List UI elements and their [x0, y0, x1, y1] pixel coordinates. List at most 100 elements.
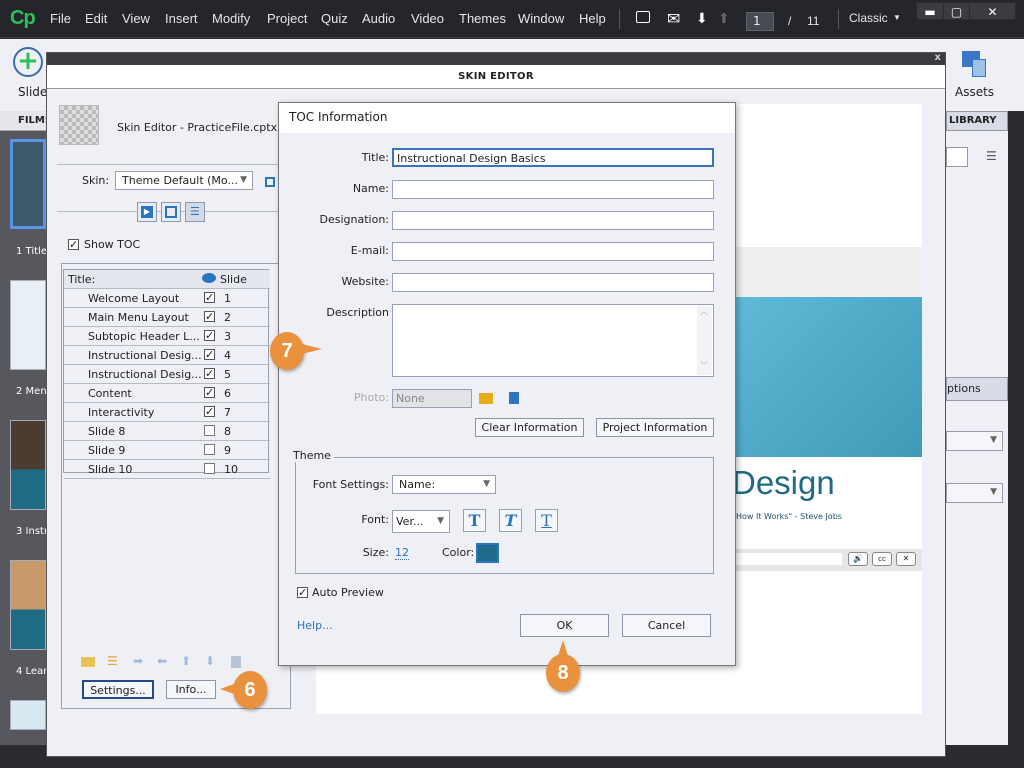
menu-project[interactable]: Project [267, 11, 307, 26]
options-tab[interactable]: ptions [946, 377, 1008, 401]
add-slide-icon[interactable]: + [13, 47, 43, 77]
menu-view[interactable]: View [122, 11, 150, 26]
toc-row-visible-checkbox[interactable]: ✓ [204, 387, 215, 398]
trash-icon[interactable] [231, 656, 241, 668]
toc-row[interactable]: Slide 8 8 [64, 422, 270, 441]
scroll-down-icon[interactable]: ﹀ [700, 360, 708, 371]
panel-dropdown-1[interactable]: ▼ [946, 431, 1003, 451]
scroll-up-icon[interactable]: ︿ [700, 306, 708, 317]
size-value[interactable]: 12 [395, 546, 409, 560]
auto-preview-checkbox[interactable]: ✓ [297, 587, 308, 598]
arrow-down-icon[interactable]: ⬇ [696, 11, 708, 27]
title-input[interactable]: Instructional Design Basics [392, 148, 714, 167]
toc-row-visible-checkbox[interactable]: ✓ [204, 406, 215, 417]
menu-file[interactable]: File [50, 11, 71, 26]
arrow-up-icon[interactable]: ⬆ [718, 11, 730, 27]
folder-icon[interactable] [479, 393, 493, 404]
mail-icon[interactable]: ✉ [667, 9, 680, 28]
color-swatch[interactable] [476, 543, 499, 563]
toc-row[interactable]: Main Menu Layout ✓ 2 [64, 308, 270, 327]
list-menu-icon[interactable]: ☰ [986, 149, 997, 163]
close-button[interactable]: ✕ [969, 2, 1016, 20]
font-settings-select[interactable]: Name: ▼ [392, 475, 496, 494]
menu-video[interactable]: Video [411, 11, 444, 26]
move-right-icon[interactable]: ➡ [133, 654, 143, 668]
description-scrollbar[interactable]: ︿ ﹀ [697, 306, 712, 375]
toc-row[interactable]: Welcome Layout ✓ 1 [64, 289, 270, 308]
workspace-dropdown[interactable]: Classic [849, 11, 888, 25]
toc-row-visible-checkbox[interactable] [204, 425, 215, 436]
toc-row-visible-checkbox[interactable] [204, 444, 215, 455]
chevron-down-icon[interactable]: ▼ [893, 13, 901, 22]
toc-row[interactable]: Slide 10 10 [64, 460, 270, 479]
show-toc-checkbox[interactable]: ✓ [68, 239, 79, 250]
toc-row-visible-checkbox[interactable]: ✓ [204, 368, 215, 379]
page-number-input[interactable]: 1 [746, 12, 774, 31]
menu-audio[interactable]: Audio [362, 11, 395, 26]
toc-row-visible-checkbox[interactable] [204, 463, 215, 474]
website-input[interactable] [392, 273, 714, 292]
clear-information-button[interactable]: Clear Information [475, 418, 584, 437]
trash-icon[interactable] [509, 392, 519, 404]
font-select[interactable]: Ver... ▼ [392, 510, 450, 533]
skin-editor-close-button[interactable]: x [935, 52, 941, 63]
toc-row[interactable]: Content ✓ 6 [64, 384, 270, 403]
slide-thumb-1[interactable] [10, 139, 46, 229]
toc-row[interactable]: Slide 9 9 [64, 441, 270, 460]
playback-mode-button[interactable]: ▶ [137, 202, 157, 222]
toc-row-visible-checkbox[interactable]: ✓ [204, 292, 215, 303]
menu-insert[interactable]: Insert [165, 11, 198, 26]
toc-row-visible-checkbox[interactable]: ✓ [204, 330, 215, 341]
move-left-icon[interactable]: ⬅ [157, 654, 167, 668]
panel-dropdown-2[interactable]: ▼ [946, 483, 1003, 503]
toc-row[interactable]: Interactivity ✓ 7 [64, 403, 270, 422]
slide-thumb-4[interactable] [10, 560, 46, 650]
toc-row[interactable]: Subtopic Header L... ✓ 3 [64, 327, 270, 346]
borders-mode-button[interactable] [161, 202, 181, 222]
maximize-button[interactable]: ▢ [943, 2, 970, 20]
slide-thumb-2[interactable] [10, 280, 46, 370]
exit-icon[interactable]: ✕ [896, 552, 916, 566]
info-button[interactable]: Info... [166, 680, 216, 699]
save-skin-icon[interactable] [265, 177, 275, 187]
cancel-button[interactable]: Cancel [622, 614, 711, 637]
skin-select[interactable]: Theme Default (Mo... ▼ [115, 171, 253, 190]
menu-window[interactable]: Window [518, 11, 564, 26]
description-textarea[interactable] [392, 304, 714, 377]
toc-mode-button[interactable]: ☰ [185, 202, 205, 222]
library-tab[interactable]: LIBRARY [946, 111, 1008, 131]
filmstrip-tab[interactable]: FILMS [0, 111, 52, 131]
ok-button[interactable]: OK [520, 614, 609, 637]
toc-row[interactable]: Instructional Desig... ✓ 4 [64, 346, 270, 365]
underline-button[interactable]: T [535, 509, 558, 532]
email-input[interactable] [392, 242, 714, 261]
project-information-button[interactable]: Project Information [596, 418, 714, 437]
move-up-icon[interactable]: ⬆ [181, 654, 191, 668]
new-folder-icon[interactable] [81, 657, 95, 667]
slide-thumb-3[interactable] [10, 420, 46, 510]
audio-icon[interactable]: 🔊 [848, 552, 868, 566]
name-input[interactable] [392, 180, 714, 199]
toc-row[interactable]: Instructional Desig... ✓ 5 [64, 365, 270, 384]
comment-icon[interactable] [636, 11, 650, 23]
cc-icon[interactable]: cc [872, 552, 892, 566]
italic-button[interactable]: T [499, 509, 522, 532]
menu-help[interactable]: Help [579, 11, 606, 26]
toc-row-visible-checkbox[interactable]: ✓ [204, 311, 215, 322]
library-search-input[interactable] [946, 147, 968, 167]
toc-row-visible-checkbox[interactable]: ✓ [204, 349, 215, 360]
menu-modify[interactable]: Modify [212, 11, 250, 26]
move-down-icon[interactable]: ⬇ [205, 654, 215, 668]
settings-button[interactable]: Settings... [82, 680, 154, 699]
menu-edit[interactable]: Edit [85, 11, 107, 26]
menu-quiz[interactable]: Quiz [321, 11, 348, 26]
minimize-button[interactable]: ▬ [916, 2, 944, 20]
assets-icon[interactable] [962, 51, 988, 77]
reset-toc-icon[interactable]: ☰ [107, 654, 118, 668]
playbar-progress[interactable] [734, 553, 842, 565]
designation-input[interactable] [392, 211, 714, 230]
help-link[interactable]: Help... [297, 619, 333, 632]
slide-thumb-5[interactable] [10, 700, 46, 730]
menu-themes[interactable]: Themes [459, 11, 506, 26]
bold-button[interactable]: T [463, 509, 486, 532]
